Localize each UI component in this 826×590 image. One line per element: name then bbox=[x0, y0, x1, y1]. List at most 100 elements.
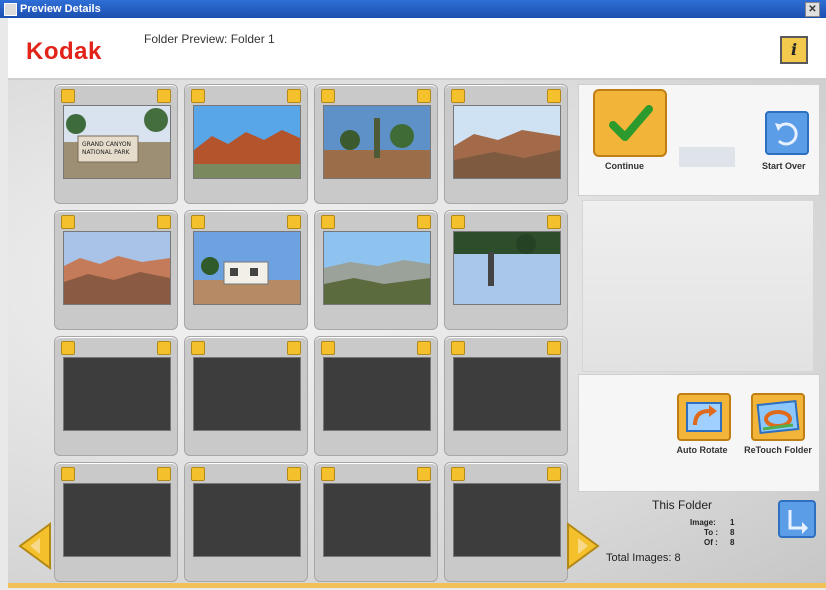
auto-rotate-label: Auto Rotate bbox=[676, 445, 728, 455]
thumbnail-tile[interactable] bbox=[444, 462, 568, 582]
thumbnail-tile[interactable] bbox=[444, 210, 568, 330]
app-icon bbox=[4, 3, 17, 16]
tile-left-tag-icon[interactable] bbox=[451, 467, 465, 481]
tile-right-tag-icon[interactable] bbox=[547, 89, 561, 103]
thumbnail-grid: GRAND CANYON NATIONAL PARK bbox=[54, 84, 574, 584]
thumbnail-image[interactable] bbox=[323, 231, 431, 305]
stats-title: This Folder bbox=[652, 498, 713, 512]
export-icon bbox=[788, 510, 808, 534]
to-label: To : bbox=[704, 528, 719, 537]
action-panel-bottom: Auto Rotate ReTouch Folder bbox=[578, 374, 820, 492]
thumbnail-tile[interactable] bbox=[54, 210, 178, 330]
tile-left-tag-icon[interactable] bbox=[191, 89, 205, 103]
folder-title: Folder Preview: Folder 1 bbox=[144, 32, 275, 46]
folder-stats: This Folder Image: 1 To : 8 Of : 8 Total… bbox=[606, 498, 766, 578]
tile-right-tag-icon[interactable] bbox=[417, 89, 431, 103]
tile-right-tag-icon[interactable] bbox=[417, 341, 431, 355]
tile-left-tag-icon[interactable] bbox=[61, 467, 75, 481]
empty-thumbnail[interactable] bbox=[323, 483, 431, 557]
of-value: 8 bbox=[730, 538, 735, 547]
tile-left-tag-icon[interactable] bbox=[61, 89, 75, 103]
tile-right-tag-icon[interactable] bbox=[287, 89, 301, 103]
window-titlebar: Preview Details ✕ bbox=[0, 0, 826, 18]
tile-left-tag-icon[interactable] bbox=[61, 341, 75, 355]
tile-left-tag-icon[interactable] bbox=[191, 341, 205, 355]
tile-right-tag-icon[interactable] bbox=[547, 467, 561, 481]
empty-thumbnail[interactable] bbox=[453, 357, 561, 431]
empty-thumbnail[interactable] bbox=[453, 483, 561, 557]
thumbnail-tile[interactable] bbox=[54, 336, 178, 456]
thumbnail-tile[interactable] bbox=[54, 462, 178, 582]
retouch-icon bbox=[756, 399, 800, 435]
tile-left-tag-icon[interactable] bbox=[321, 215, 335, 229]
tile-right-tag-icon[interactable] bbox=[287, 467, 301, 481]
empty-thumbnail[interactable] bbox=[193, 357, 301, 431]
tile-left-tag-icon[interactable] bbox=[321, 341, 335, 355]
thumbnail-image[interactable] bbox=[453, 105, 561, 179]
tile-left-tag-icon[interactable] bbox=[191, 467, 205, 481]
start-over-button[interactable] bbox=[765, 111, 809, 155]
tile-left-tag-icon[interactable] bbox=[321, 89, 335, 103]
tile-right-tag-icon[interactable] bbox=[287, 341, 301, 355]
main-area: GRAND CANYON NATIONAL PARK Continue Start… bbox=[8, 80, 826, 585]
info-button[interactable]: i bbox=[780, 36, 808, 64]
thumbnail-tile[interactable] bbox=[314, 210, 438, 330]
undo-icon bbox=[775, 122, 798, 146]
tile-left-tag-icon[interactable] bbox=[451, 215, 465, 229]
thumbnail-tile[interactable] bbox=[314, 84, 438, 204]
tile-left-tag-icon[interactable] bbox=[451, 341, 465, 355]
thumbnail-image[interactable]: GRAND CANYON NATIONAL PARK bbox=[63, 105, 171, 179]
thumbnail-image[interactable] bbox=[193, 231, 301, 305]
svg-text:NATIONAL PARK: NATIONAL PARK bbox=[82, 149, 131, 156]
thumbnail-image[interactable] bbox=[323, 105, 431, 179]
image-label: Image: bbox=[690, 518, 716, 527]
tile-right-tag-icon[interactable] bbox=[547, 341, 561, 355]
retouch-folder-button[interactable] bbox=[751, 393, 805, 441]
svg-text:GRAND CANYON: GRAND CANYON bbox=[82, 141, 131, 148]
thumbnail-tile[interactable] bbox=[184, 462, 308, 582]
preview-panel bbox=[582, 200, 814, 372]
thumbnail-tile[interactable] bbox=[314, 462, 438, 582]
thumbnail-tile[interactable] bbox=[184, 336, 308, 456]
info-icon: i bbox=[790, 40, 798, 59]
tile-right-tag-icon[interactable] bbox=[547, 215, 561, 229]
thumbnail-tile[interactable] bbox=[184, 84, 308, 204]
thumbnail-image[interactable] bbox=[453, 231, 561, 305]
tile-right-tag-icon[interactable] bbox=[157, 89, 171, 103]
thumbnail-image[interactable] bbox=[63, 231, 171, 305]
thumbnail-tile[interactable] bbox=[444, 84, 568, 204]
continue-label: Continue bbox=[605, 161, 644, 171]
to-value: 8 bbox=[730, 528, 735, 537]
empty-thumbnail[interactable] bbox=[193, 483, 301, 557]
close-icon[interactable]: ✕ bbox=[805, 2, 820, 17]
checkmark-icon bbox=[609, 105, 653, 141]
thumbnail-tile[interactable]: GRAND CANYON NATIONAL PARK bbox=[54, 84, 178, 204]
tile-right-tag-icon[interactable] bbox=[157, 341, 171, 355]
tile-right-tag-icon[interactable] bbox=[157, 467, 171, 481]
tile-left-tag-icon[interactable] bbox=[191, 215, 205, 229]
start-over-label: Start Over bbox=[762, 161, 806, 171]
empty-thumbnail[interactable] bbox=[63, 483, 171, 557]
right-panel: Continue Start Over Auto Rotate ReTouch … bbox=[578, 84, 824, 584]
tile-right-tag-icon[interactable] bbox=[287, 215, 301, 229]
tile-right-tag-icon[interactable] bbox=[417, 467, 431, 481]
thumbnail-image[interactable] bbox=[193, 105, 301, 179]
thumbnail-tile[interactable] bbox=[184, 210, 308, 330]
continue-button[interactable] bbox=[593, 89, 667, 157]
spacer-bar bbox=[679, 147, 735, 167]
empty-thumbnail[interactable] bbox=[63, 357, 171, 431]
tile-left-tag-icon[interactable] bbox=[451, 89, 465, 103]
auto-rotate-button[interactable] bbox=[677, 393, 731, 441]
tile-left-tag-icon[interactable] bbox=[61, 215, 75, 229]
window-title: Preview Details bbox=[20, 3, 101, 15]
tile-left-tag-icon[interactable] bbox=[321, 467, 335, 481]
action-panel-top: Continue Start Over bbox=[578, 84, 820, 196]
tile-right-tag-icon[interactable] bbox=[417, 215, 431, 229]
prev-page-arrow-icon[interactable] bbox=[14, 522, 54, 570]
export-button[interactable] bbox=[778, 500, 816, 538]
tile-right-tag-icon[interactable] bbox=[157, 215, 171, 229]
thumbnail-tile[interactable] bbox=[444, 336, 568, 456]
empty-thumbnail[interactable] bbox=[323, 357, 431, 431]
header: Kodak Folder Preview: Folder 1 i bbox=[8, 18, 826, 80]
thumbnail-tile[interactable] bbox=[314, 336, 438, 456]
